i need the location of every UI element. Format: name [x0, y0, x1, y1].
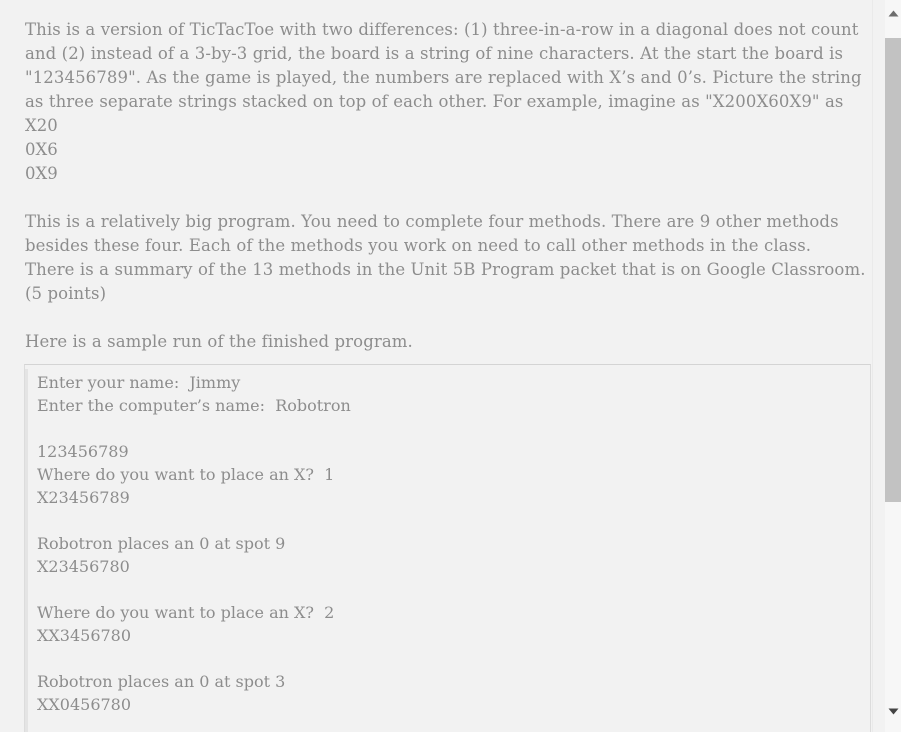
- sample-line: [37, 647, 870, 670]
- sample-line: Robotron places an 0 at spot 9: [37, 534, 286, 553]
- sample-run-heading: Here is a sample run of the finished pro…: [25, 332, 413, 351]
- page-root: This is a version of TicTacToe with two …: [0, 0, 901, 732]
- triangle-up-icon: [888, 10, 899, 17]
- triangle-down-icon: [888, 708, 899, 715]
- sample-line: Where do you want to place an X? 2: [37, 603, 335, 622]
- sample-line: Enter your name: Jimmy: [37, 373, 241, 392]
- scroll-up-button[interactable]: [885, 5, 901, 22]
- intro-paragraph: This is a version of TicTacToe with two …: [25, 20, 868, 111]
- sample-line: [37, 578, 870, 601]
- paragraph-spacer-2: [25, 306, 866, 330]
- sample-line: 123456789: [37, 442, 129, 461]
- sample-output-box: Enter your name: Jimmy Enter the compute…: [24, 364, 871, 732]
- sample-line: [37, 716, 870, 732]
- sample-line: X23456780: [37, 557, 130, 576]
- sample-line: Robotron places an 0 at spot 3: [37, 672, 286, 691]
- sample-output-lines: Enter your name: Jimmy Enter the compute…: [25, 369, 870, 732]
- vertical-scrollbar[interactable]: [872, 0, 901, 732]
- sample-line: XX3456780: [37, 626, 132, 645]
- paragraph-spacer-1: [25, 186, 866, 210]
- sample-line: X23456789: [37, 488, 130, 507]
- sample-line: Where do you want to place an X? 1: [37, 465, 335, 484]
- requirements-paragraph: This is a relatively big program. You ne…: [25, 212, 866, 303]
- board-stack-line-1: X20: [25, 116, 58, 135]
- board-stack-line-2: 0X6: [25, 140, 58, 159]
- sample-line: Enter the computer’s name: Robotron: [37, 396, 351, 415]
- sample-line: [37, 509, 870, 532]
- board-stack-line-3: 0X9: [25, 164, 58, 183]
- scrollbar-thumb[interactable]: [885, 38, 901, 502]
- document-content: This is a version of TicTacToe with two …: [0, 0, 872, 732]
- scroll-down-button[interactable]: [885, 703, 901, 720]
- sample-line: XX0456780: [37, 695, 132, 714]
- sample-line: [37, 417, 870, 440]
